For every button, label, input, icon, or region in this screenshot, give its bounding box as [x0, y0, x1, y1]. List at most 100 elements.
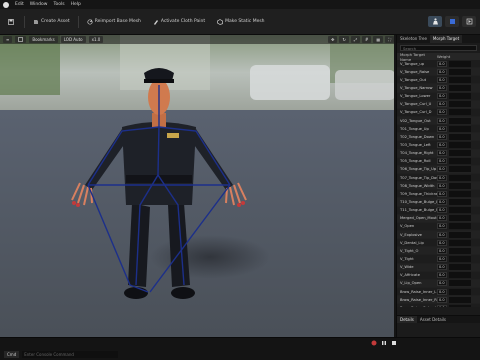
weight-field[interactable]: 0.0	[437, 60, 447, 67]
weight-slider[interactable]	[449, 76, 471, 83]
mesh-mode-button[interactable]	[445, 16, 459, 27]
weight-field[interactable]: 0.0	[437, 264, 447, 271]
weight-field[interactable]: 0.0	[437, 190, 447, 197]
weight-field[interactable]: 0.0	[437, 247, 447, 254]
weight-field[interactable]: 0.0	[437, 101, 447, 108]
create-asset-button[interactable]: Create Asset	[29, 16, 74, 28]
table-row[interactable]: V_Lip_Open 0.0	[397, 279, 480, 288]
table-row[interactable]: T10_Tongue_Bulge_Left0.0	[397, 198, 480, 207]
menu-window[interactable]: Window	[30, 2, 48, 7]
table-row[interactable]: T04_Tongue_Right 0.0	[397, 149, 480, 158]
weight-slider[interactable]	[449, 150, 471, 157]
table-row[interactable]: V_Open 0.0	[397, 222, 480, 231]
weight-field[interactable]: 0.0	[437, 280, 447, 287]
skeleton-mode-button[interactable]	[428, 16, 442, 27]
table-row[interactable]: Brow_Raise_Inner_L 0.0	[397, 287, 480, 297]
weight-field[interactable]: 0.0	[437, 158, 447, 165]
weight-slider[interactable]	[449, 288, 471, 295]
weight-slider[interactable]	[449, 84, 471, 91]
weight-field[interactable]: 0.0	[437, 239, 447, 246]
table-row[interactable]: T06_Tongue_Tip_Up 0.0	[397, 165, 480, 174]
viewport-options-button[interactable]: ≡	[3, 36, 13, 43]
playback-speed-button[interactable]: x1.0	[88, 36, 104, 43]
table-row[interactable]: V_Tongue_Narrow 0.0	[397, 84, 480, 93]
table-row[interactable]: T09_Tongue_Thickness0.0	[397, 190, 480, 199]
search-input[interactable]: Search	[400, 45, 477, 51]
lod-button[interactable]: LOD Auto	[60, 36, 86, 43]
weight-field[interactable]: 0.0	[437, 68, 447, 75]
weight-field[interactable]: 0.0	[437, 150, 447, 157]
camera-speed-button[interactable]: ▦	[373, 36, 384, 43]
weight-field[interactable]: 0.0	[437, 125, 447, 132]
weight-field[interactable]: 0.0	[437, 296, 447, 303]
weight-slider[interactable]	[449, 280, 471, 287]
table-row[interactable]: V_Tight_O 0.0	[397, 247, 480, 256]
viewport[interactable]: ≡ Bookmarks LOD Auto x1.0 ✥ ↻ ⤢ # ▦ ⛶	[0, 35, 394, 337]
table-row[interactable]: T02_Tongue_Down 0.0	[397, 133, 480, 142]
weight-slider[interactable]	[449, 207, 471, 214]
table-row[interactable]: T08_Tongue_Width 0.0	[397, 182, 480, 191]
weight-field[interactable]: 0.0	[437, 109, 447, 116]
table-row[interactable]: V02_Tongue_Out 0.0	[397, 116, 480, 126]
perspective-button[interactable]	[15, 36, 27, 43]
rotate-tool-button[interactable]: ↻	[339, 36, 349, 43]
menu-edit[interactable]: Edit	[15, 2, 24, 7]
weight-field[interactable]: 0.0	[437, 231, 447, 238]
table-row[interactable]: T07_Tongue_Tip_Down0.0	[397, 173, 480, 183]
menu-tools[interactable]: Tools	[53, 2, 64, 7]
weight-field[interactable]: 0.0	[437, 198, 447, 205]
table-row[interactable]: V_Tongue_Curl_U 0.0	[397, 100, 480, 109]
weight-field[interactable]: 0.0	[437, 141, 447, 148]
tab-skeleton-tree[interactable]: Skeleton Tree	[397, 35, 430, 43]
activate-cloth-paint-button[interactable]: Activate Cloth Paint	[149, 16, 209, 28]
table-row[interactable]: T03_Tongue_Left 0.0	[397, 141, 480, 150]
transform-tool-button[interactable]: ✥	[328, 36, 338, 43]
bookmarks-button[interactable]: Bookmarks	[29, 36, 58, 43]
weight-slider[interactable]	[449, 133, 471, 140]
weight-slider[interactable]	[449, 109, 471, 116]
weight-field[interactable]: 0.0	[437, 76, 447, 83]
weight-slider[interactable]	[449, 141, 471, 148]
table-row[interactable]: V_Tongue_Curl_D 0.0	[397, 108, 480, 117]
weight-slider[interactable]	[449, 239, 471, 246]
weight-slider[interactable]	[449, 174, 471, 181]
weight-slider[interactable]	[449, 117, 471, 124]
animation-mode-button[interactable]	[462, 16, 476, 27]
weight-field[interactable]: 0.0	[437, 84, 447, 91]
weight-field[interactable]: 0.0	[437, 117, 447, 124]
save-button[interactable]	[4, 16, 20, 28]
weight-field[interactable]: 0.0	[437, 255, 447, 262]
table-row[interactable]: Brow_Raise_Inner_R 0.0	[397, 296, 480, 305]
weight-field[interactable]: 0.0	[437, 166, 447, 173]
weight-slider[interactable]	[449, 223, 471, 230]
weight-slider[interactable]	[449, 101, 471, 108]
pause-button[interactable]	[380, 339, 387, 346]
weight-slider[interactable]	[449, 158, 471, 165]
table-row[interactable]: T05_Tongue_Roll 0.0	[397, 157, 480, 166]
weight-field[interactable]: 0.0	[437, 182, 447, 189]
stop-button[interactable]	[390, 339, 397, 346]
weight-field[interactable]: 0.0	[437, 223, 447, 230]
table-row[interactable]: T01_Tongue_Up 0.0	[397, 125, 480, 134]
console-input[interactable]: Enter Console Command	[22, 351, 119, 358]
weight-slider[interactable]	[449, 125, 471, 132]
column-header-weight[interactable]: Weight	[437, 54, 455, 59]
weight-slider[interactable]	[449, 190, 471, 197]
tab-morph-target[interactable]: Morph Target	[429, 35, 463, 43]
app-logo-icon[interactable]	[3, 1, 9, 8]
weight-field[interactable]: 0.0	[437, 215, 447, 222]
cmd-button[interactable]: Cmd	[4, 351, 20, 358]
table-row[interactable]: V_Tongue_Lower 0.0	[397, 92, 480, 101]
table-row[interactable]: T11_Tongue_Bulge_Right0.0	[397, 206, 480, 215]
weight-field[interactable]: 0.0	[437, 133, 447, 140]
table-row[interactable]: V_Tongue_up 0.0	[397, 60, 480, 69]
table-row[interactable]: V_Tongue_Out 0.0	[397, 76, 480, 85]
table-row[interactable]: V_Affricate 0.0	[397, 271, 480, 280]
table-row[interactable]: V_Tongue_Raise 0.0	[397, 68, 480, 77]
weight-slider[interactable]	[449, 264, 471, 271]
weight-slider[interactable]	[449, 198, 471, 205]
menu-help[interactable]: Help	[71, 2, 81, 7]
weight-field[interactable]: 0.0	[437, 207, 447, 214]
weight-slider[interactable]	[449, 68, 471, 75]
weight-slider[interactable]	[449, 231, 471, 238]
